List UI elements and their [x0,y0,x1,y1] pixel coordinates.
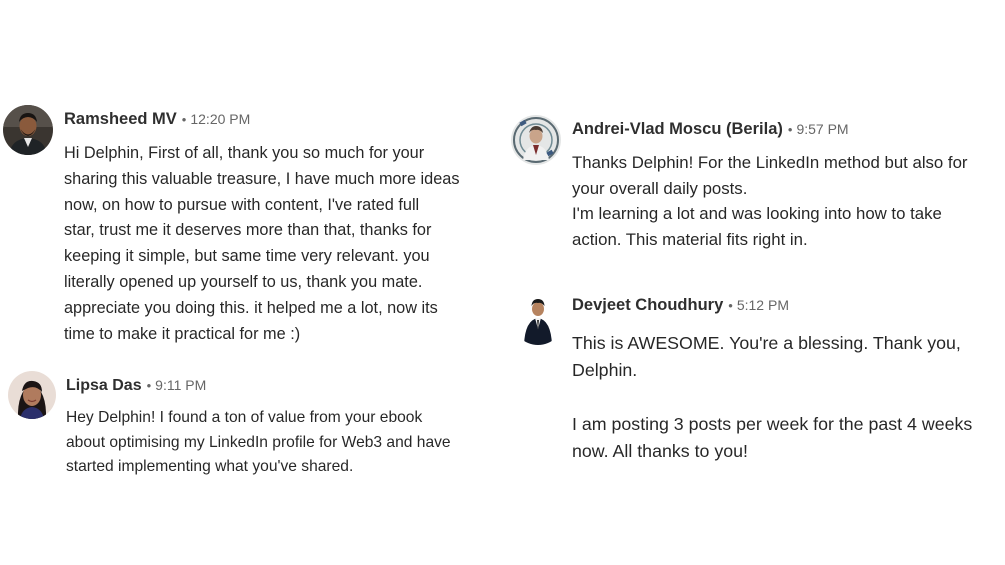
message-time: 9:57 PM [796,121,849,137]
separator-dot: • [728,298,733,313]
separator-dot: • [146,378,152,393]
message-header: Devjeet Choudhury • 5:12 PM [572,296,789,315]
avatar-devjeet[interactable] [512,293,564,345]
avatar-lipsa[interactable] [8,371,56,419]
message-header: Andrei-Vlad Moscu (Berila) • 9:57 PM [572,120,849,139]
avatar-ramsheed[interactable] [3,105,53,155]
sender-name[interactable]: Devjeet Choudhury [572,296,723,314]
message-text: Hey Delphin! I found a ton of value from… [66,409,451,475]
sender-name[interactable]: Ramsheed MV [64,110,177,128]
message-header: Lipsa Das • 9:11 PM [66,377,206,395]
message-header: Ramsheed MV • 12:20 PM [64,110,250,129]
sender-name[interactable]: Lipsa Das [66,377,142,394]
avatar-andrei[interactable] [511,115,561,165]
message-text: Hi Delphin, First of all, thank you so m… [64,144,460,343]
message-time: 9:11 PM [155,377,207,393]
separator-dot: • [181,112,187,127]
message-time: 5:12 PM [736,297,789,313]
message-text: This is AWESOME. You're a blessing. Than… [572,333,973,461]
message-text: Thanks Delphin! For the LinkedIn method … [572,153,968,249]
message-time: 12:20 PM [190,111,251,127]
separator-dot: • [787,122,793,137]
sender-name[interactable]: Andrei-Vlad Moscu (Berila) [572,120,783,138]
